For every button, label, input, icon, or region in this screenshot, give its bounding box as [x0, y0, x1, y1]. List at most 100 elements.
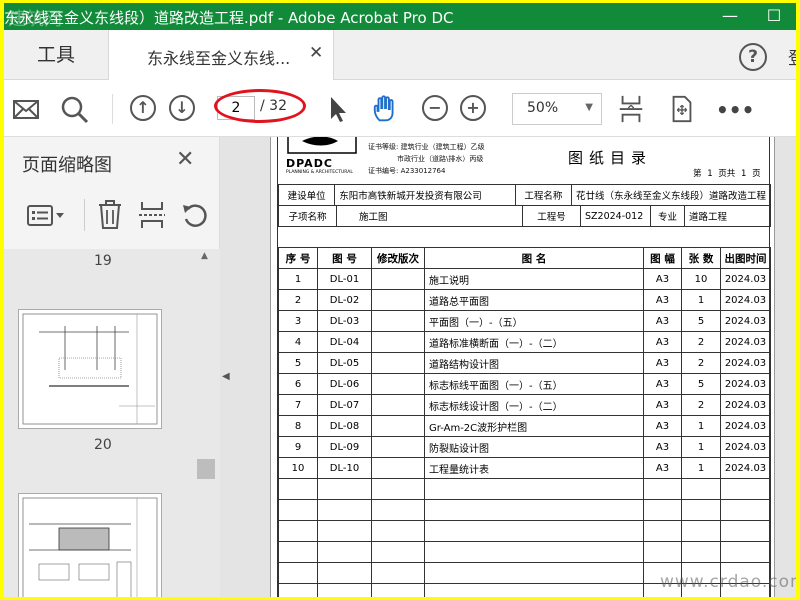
table-cell: 2024.03 — [720, 415, 771, 437]
table-row: 6 DL-06 标志标线平面图（一）-（五） A3 5 2024.03 — [278, 373, 771, 395]
table-cell: A3 — [643, 352, 682, 374]
table-row: 3 DL-03 平面图（一）-（五） A3 5 2024.03 — [278, 310, 771, 332]
column-header: 图 号 — [317, 247, 372, 269]
scrollbar-thumb[interactable] — [197, 459, 215, 479]
table-cell: 道路结构设计图 — [424, 352, 644, 374]
sign-in-link[interactable]: 登 — [788, 44, 796, 69]
table-cell — [643, 520, 682, 542]
collapse-arrow-icon: ◀ — [222, 371, 230, 382]
previous-page-icon[interactable]: ↑ — [130, 95, 156, 121]
document-view[interactable]: DPADC PLANNING & ARCHITECTURAL 证书等级: 建筑行… — [234, 137, 796, 597]
thumbnail-list: 19 20 — [4, 249, 220, 597]
table-cell — [643, 541, 682, 563]
column-header: 张 数 — [681, 247, 721, 269]
thumbnail-page-20[interactable] — [18, 309, 162, 429]
window-title: 东永线至金义东线段）道路改造工程.pdf - Adobe Acrobat Pro… — [4, 9, 454, 27]
rotate-icon[interactable] — [180, 201, 210, 231]
table-row: 2 DL-02 道路总平面图 A3 1 2024.03 — [278, 289, 771, 311]
table-cell: 1 — [681, 436, 721, 458]
info-value: SZ2024-012 — [580, 205, 651, 227]
extract-pages-icon[interactable] — [138, 199, 166, 231]
table-cell: 4 — [278, 331, 318, 353]
delete-icon[interactable] — [96, 199, 124, 231]
table-cell — [371, 499, 425, 521]
table-cell — [371, 373, 425, 395]
table-cell — [424, 478, 644, 500]
certificate-line: 市政行业（道路\排水）丙级 — [397, 155, 484, 163]
minimize-button[interactable]: — — [708, 3, 752, 30]
table-cell: 2024.03 — [720, 289, 771, 311]
table-row-empty — [278, 520, 771, 542]
company-logo-subtext: PLANNING & ARCHITECTURAL — [286, 170, 353, 175]
table-cell: 标志标线平面图（一）-（五） — [424, 373, 644, 395]
select-cursor-icon[interactable] — [326, 94, 350, 124]
table-cell: 5 — [681, 373, 721, 395]
table-cell: 防裂贴设计图 — [424, 436, 644, 458]
info-label: 工程号 — [522, 205, 581, 227]
drawing-list-table: 序 号 图 号 修改版次 图 名 图 幅 张 数 出图时间 1 DL-01 施工说明… — [278, 247, 771, 597]
table-cell — [643, 478, 682, 500]
zoom-out-icon[interactable]: − — [422, 95, 448, 121]
table-cell: A3 — [643, 310, 682, 332]
close-panel-icon[interactable]: ✕ — [176, 147, 194, 172]
table-cell: 3 — [278, 310, 318, 332]
search-icon[interactable] — [60, 94, 90, 124]
table-cell — [371, 352, 425, 374]
certificate-line: 证书等级: 建筑行业（建筑工程）乙级 — [368, 143, 485, 151]
mail-icon[interactable] — [12, 94, 40, 124]
table-cell — [317, 541, 372, 563]
table-cell: 1 — [681, 289, 721, 311]
table-cell: DL-08 — [317, 415, 372, 437]
more-tools-icon[interactable]: ••• — [716, 98, 754, 122]
toolbar-divider — [112, 94, 113, 124]
column-header: 图 幅 — [643, 247, 682, 269]
thumbnail-options-icon[interactable] — [26, 203, 66, 229]
tab-document[interactable]: 东永线至金义东线... ✕ — [108, 30, 334, 81]
zoom-in-icon[interactable]: + — [460, 95, 486, 121]
table-cell: 2024.03 — [720, 373, 771, 395]
info-label: 工程名称 — [514, 184, 572, 206]
thumbnail-scrollbar[interactable]: ▲ — [197, 249, 215, 597]
site-watermark: www.crdao.com — [660, 572, 796, 592]
table-cell: 2024.03 — [720, 331, 771, 353]
hand-tool-icon[interactable] — [370, 94, 402, 124]
table-cell — [720, 499, 771, 521]
column-header: 修改版次 — [371, 247, 425, 269]
table-cell: 2 — [278, 289, 318, 311]
close-tab-icon[interactable]: ✕ — [309, 43, 323, 63]
column-header: 序 号 — [278, 247, 318, 269]
thumbnail-drawing — [22, 497, 158, 597]
thumbnail-page-21[interactable] — [18, 493, 162, 597]
table-cell — [371, 457, 425, 479]
table-row: 5 DL-05 道路结构设计图 A3 2 2024.03 — [278, 352, 771, 374]
table-cell — [643, 499, 682, 521]
column-header: 图 名 — [424, 247, 644, 269]
table-cell: DL-03 — [317, 310, 372, 332]
column-header: 出图时间 — [720, 247, 771, 269]
table-cell: 2024.03 — [720, 457, 771, 479]
thumbnail-drawing — [22, 313, 158, 425]
tab-tools[interactable]: 工具 — [4, 30, 108, 80]
fit-page-icon[interactable] — [618, 94, 644, 124]
table-row: 7 DL-07 标志标线设计图（一）-（二） A3 2 2024.03 — [278, 394, 771, 416]
table-cell: DL-02 — [317, 289, 372, 311]
highlight-ellipse — [214, 89, 306, 123]
table-cell: 平面图（一）-（五） — [424, 310, 644, 332]
maximize-button[interactable]: ☐ — [752, 3, 796, 30]
table-cell: DL-09 — [317, 436, 372, 458]
panel-collapse-handle[interactable]: ◀ — [220, 137, 234, 597]
scroll-up-icon[interactable]: ▲ — [201, 251, 208, 261]
table-cell — [371, 394, 425, 416]
table-cell — [681, 478, 721, 500]
zoom-value: 50% — [527, 100, 559, 116]
table-cell: 9 — [278, 436, 318, 458]
help-icon[interactable]: ? — [739, 43, 767, 71]
zoom-select[interactable]: 50% ▼ — [512, 93, 602, 125]
rotate-view-icon[interactable] — [668, 94, 696, 124]
table-cell: DL-01 — [317, 268, 372, 290]
table-cell: 2024.03 — [720, 394, 771, 416]
acrobat-window: 东永线至金义东线段）道路改造工程.pdf - Adobe Acrobat Pro… — [4, 3, 796, 597]
table-cell — [720, 541, 771, 563]
table-cell — [424, 583, 644, 597]
next-page-icon[interactable]: ↓ — [169, 95, 195, 121]
